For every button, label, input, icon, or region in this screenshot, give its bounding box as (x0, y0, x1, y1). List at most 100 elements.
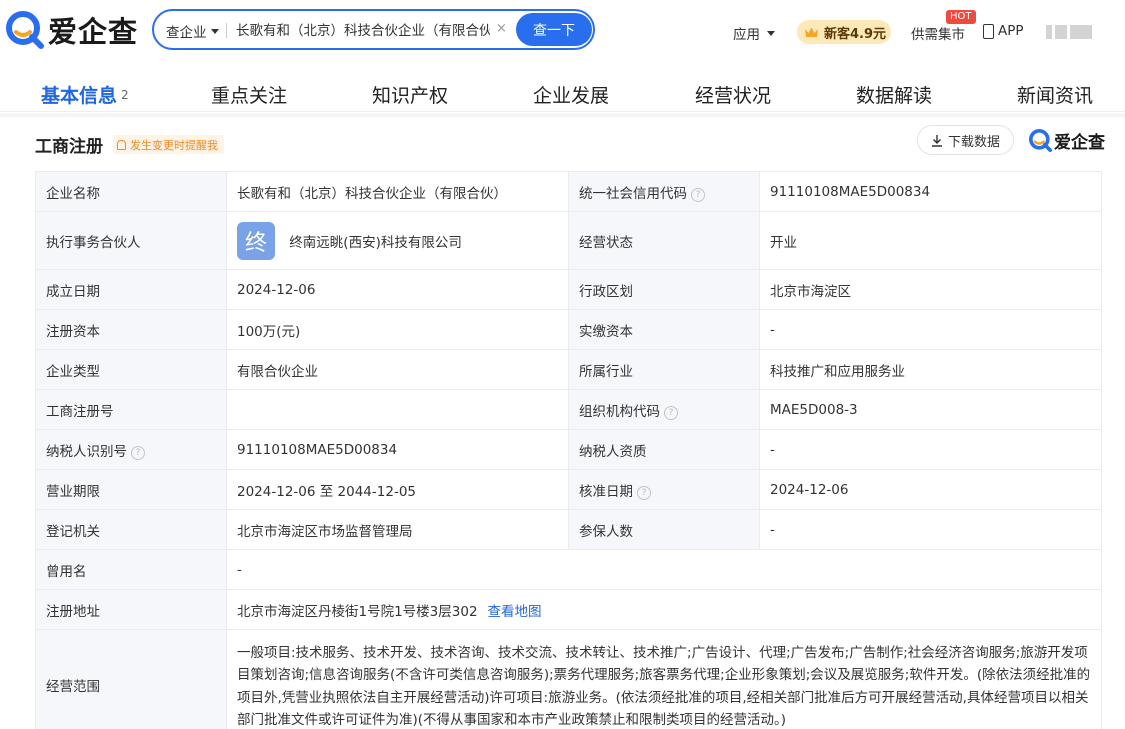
download-label: 下载数据 (947, 134, 1000, 150)
company-name-value: 长歌有和（北京）科技合伙企业（有限合伙） (226, 171, 569, 212)
change-reminder-button[interactable]: 发生变更时提醒我 (113, 135, 224, 154)
tab-news[interactable]: 新闻资讯 (1017, 81, 1093, 108)
section-title: 工商注册 (35, 137, 103, 157)
tax-id-value: 91110108MAE5D00834 (226, 429, 569, 470)
term-value: 2024-12-06 至 2044-12-05 (226, 469, 569, 510)
former-name-label: 曾用名 (35, 549, 227, 590)
status-label: 经营状态 (568, 211, 760, 270)
address-cell: 北京市海淀区丹棱街1号院1号楼3层302 查看地图 (226, 589, 1102, 630)
type-label: 企业类型 (35, 349, 227, 390)
term-label: 营业期限 (35, 469, 227, 510)
capital-label: 注册资本 (35, 309, 227, 350)
industry-label: 所属行业 (568, 349, 760, 390)
founded-label: 成立日期 (35, 269, 227, 310)
tab-basic-count: 2 (121, 88, 129, 102)
scope-value: 一般项目:技术服务、技术开发、技术咨询、技术交流、技术转让、技术推广;广告设计、… (226, 629, 1102, 729)
table-row: 注册地址 北京市海淀区丹棱街1号院1号楼3层302 查看地图 (35, 589, 1102, 630)
capital-value: 100万(元) (226, 309, 569, 350)
tax-id-label-cell: 纳税人识别号? (35, 429, 227, 470)
table-row: 纳税人识别号? 91110108MAE5D00834 纳税人资质 - (35, 429, 1102, 470)
chevron-down-icon (210, 28, 219, 34)
region-label: 行政区划 (568, 269, 760, 310)
search-type-label: 查企业 (166, 25, 207, 41)
user-avatar[interactable] (1046, 25, 1092, 41)
type-value: 有限合伙企业 (226, 349, 569, 390)
help-icon[interactable]: ? (691, 187, 705, 202)
market-link[interactable]: 供需集市 (911, 23, 965, 43)
org-code-label: 组织机构代码 (579, 403, 660, 420)
new-customer-promo[interactable]: 新客4.9元 (797, 20, 891, 44)
crown-icon (805, 27, 818, 37)
approval-date-value: 2024-12-06 (759, 469, 1102, 510)
founded-value: 2024-12-06 (226, 269, 569, 310)
tab-basic-info[interactable]: 基本信息 (41, 81, 117, 108)
apps-label: 应用 (733, 27, 760, 43)
table-row: 注册资本 100万(元) 实缴资本 - (35, 309, 1102, 350)
org-code-label-cell: 组织机构代码? (568, 389, 760, 430)
hot-badge: HOT (946, 10, 976, 24)
help-icon[interactable]: ? (131, 445, 145, 460)
search-button[interactable]: 查一下 (516, 13, 592, 46)
partner-label: 执行事务合伙人 (35, 211, 227, 270)
search-input[interactable]: 长歌有和（北京）科技合伙企业（有限合伙 (236, 19, 490, 41)
partner-name-link[interactable]: 终南远眺(西安)科技有限公司 (289, 235, 462, 251)
app-label: APP (998, 23, 1024, 39)
paid-capital-label: 实缴资本 (568, 309, 760, 350)
tab-data-insights[interactable]: 数据解读 (856, 81, 932, 108)
tab-key-focus[interactable]: 重点关注 (211, 81, 287, 108)
tab-intellectual-property[interactable]: 知识产权 (372, 81, 448, 108)
search-divider (226, 23, 227, 38)
top-header: 爱企查 查企业 长歌有和（北京）科技合伙企业（有限合伙 × 查一下 应用 新客4… (0, 0, 1125, 62)
remind-label: 发生变更时提醒我 (130, 138, 218, 152)
search-type-select[interactable]: 查企业 (166, 21, 219, 41)
tax-id-label: 纳税人识别号 (46, 443, 127, 460)
view-map-link[interactable]: 查看地图 (488, 604, 542, 620)
industry-value: 科技推广和应用服务业 (759, 349, 1102, 390)
taxpayer-qual-label: 纳税人资质 (568, 429, 760, 470)
table-row: 成立日期 2024-12-06 行政区划 北京市海淀区 (35, 269, 1102, 310)
phone-icon (983, 23, 994, 39)
bell-icon (117, 139, 126, 150)
paid-capital-value: - (759, 309, 1102, 350)
reg-no-label: 工商注册号 (35, 389, 227, 430)
address-label: 注册地址 (35, 589, 227, 630)
table-row: 工商注册号 组织机构代码? MAE5D008-3 (35, 389, 1102, 430)
scope-label: 经营范围 (35, 629, 227, 729)
company-name-label: 企业名称 (35, 171, 227, 212)
help-icon[interactable]: ? (637, 485, 651, 500)
chevron-down-icon (767, 30, 775, 36)
authority-value: 北京市海淀区市场监督管理局 (226, 509, 569, 550)
magnifier-logo-icon (6, 11, 44, 49)
tab-development[interactable]: 企业发展 (533, 81, 609, 108)
app-download-link[interactable]: APP (983, 23, 1024, 39)
table-row: 企业名称 长歌有和（北京）科技合伙企业（有限合伙） 统一社会信用代码? 9111… (35, 171, 1102, 212)
download-data-button[interactable]: 下载数据 (917, 125, 1014, 155)
insured-label: 参保人数 (568, 509, 760, 550)
brand-name: 爱企查 (48, 15, 139, 49)
region-value: 北京市海淀区 (759, 269, 1102, 310)
taxpayer-qual-value: - (759, 429, 1102, 470)
business-registration-table: 企业名称 长歌有和（北京）科技合伙企业（有限合伙） 统一社会信用代码? 9111… (35, 171, 1102, 729)
divider-strip (0, 113, 1125, 117)
clear-icon[interactable]: × (496, 21, 507, 36)
former-name-value: - (226, 549, 1102, 590)
address-value: 北京市海淀区丹棱街1号院1号楼3层302 (237, 603, 478, 620)
table-row: 营业期限 2024-12-06 至 2044-12-05 核准日期? 2024-… (35, 469, 1102, 510)
tab-operation[interactable]: 经营状况 (695, 81, 771, 108)
credit-code-label: 统一社会信用代码 (579, 185, 687, 202)
partner-cell: 终 终南远眺(西安)科技有限公司 (226, 211, 569, 270)
table-row: 执行事务合伙人 终 终南远眺(西安)科技有限公司 经营状态 开业 (35, 211, 1102, 270)
partner-logo[interactable]: 终 (237, 221, 275, 260)
apps-menu[interactable]: 应用 (733, 23, 775, 43)
org-code-value: MAE5D008-3 (759, 389, 1102, 430)
help-icon[interactable]: ? (664, 405, 678, 420)
brand-name-small: 爱企查 (1054, 133, 1105, 153)
brand-logo[interactable]: 爱企查 (6, 10, 138, 50)
table-row: 登记机关 北京市海淀区市场监督管理局 参保人数 - (35, 509, 1102, 550)
search-box: 查企业 长歌有和（北京）科技合伙企业（有限合伙 × 查一下 (152, 9, 595, 50)
credit-code-label-cell: 统一社会信用代码? (568, 171, 760, 212)
brand-logo-small: 爱企查 (1029, 128, 1105, 153)
status-value: 开业 (759, 211, 1102, 270)
promo-label: 新客4.9元 (824, 26, 887, 42)
authority-label: 登记机关 (35, 509, 227, 550)
